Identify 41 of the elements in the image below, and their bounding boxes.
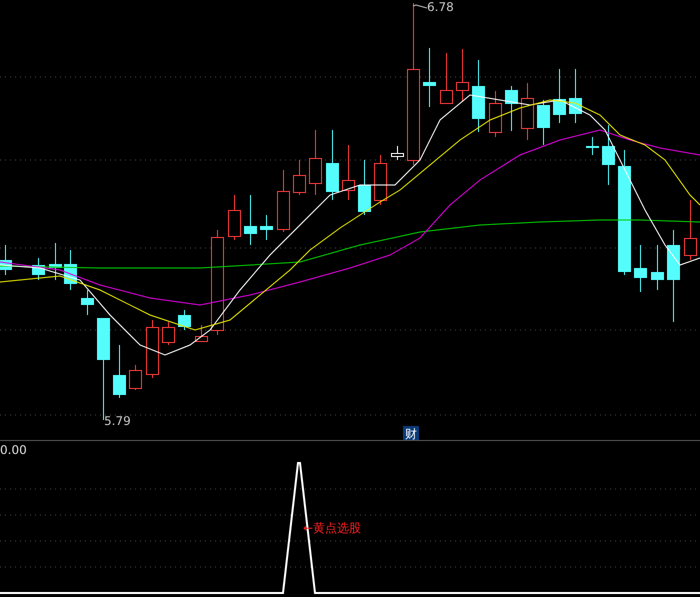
candlestick: [309, 130, 322, 196]
candlestick: [0, 244, 12, 276]
leader-line: [412, 4, 428, 8]
low-price-label: 5.79: [104, 414, 131, 428]
high-price-label: 6.78: [427, 0, 454, 14]
candlestick: [440, 52, 453, 104]
candlestick: [374, 154, 387, 206]
candlestick: [586, 136, 599, 156]
candlestick: [195, 324, 208, 342]
candlestick: [521, 82, 534, 140]
candlestick: [634, 244, 647, 292]
candlestick: [537, 100, 550, 146]
candlestick: [456, 48, 469, 102]
candlestick: [326, 130, 339, 200]
candlestick: [49, 242, 62, 280]
candlestick: [260, 214, 273, 240]
candlestick: [81, 290, 94, 316]
candlestick: [129, 364, 142, 390]
candlestick: [505, 86, 518, 132]
candlestick: [391, 146, 404, 160]
candlestick: [358, 160, 371, 216]
candlestick: [684, 200, 697, 260]
candlestick: [162, 322, 175, 346]
candlestick: [32, 258, 45, 280]
candlestick: [342, 144, 355, 200]
candlestick: [146, 320, 159, 378]
candlestick: [244, 194, 257, 246]
candlestick: [293, 160, 306, 196]
candlestick: [113, 344, 126, 398]
axis-value-label: 0.00: [0, 443, 27, 457]
candlestick: [178, 310, 191, 330]
candlestick: [277, 170, 290, 232]
candlestick: [651, 244, 664, 290]
candlestick: [602, 124, 615, 186]
candlestick: [489, 90, 502, 138]
candlestick: [553, 68, 566, 124]
finance-badge: 财: [403, 426, 419, 441]
candlestick: [64, 250, 77, 290]
candlestick: [569, 68, 582, 124]
candlestick: [423, 48, 436, 108]
candlestick: [228, 194, 241, 240]
